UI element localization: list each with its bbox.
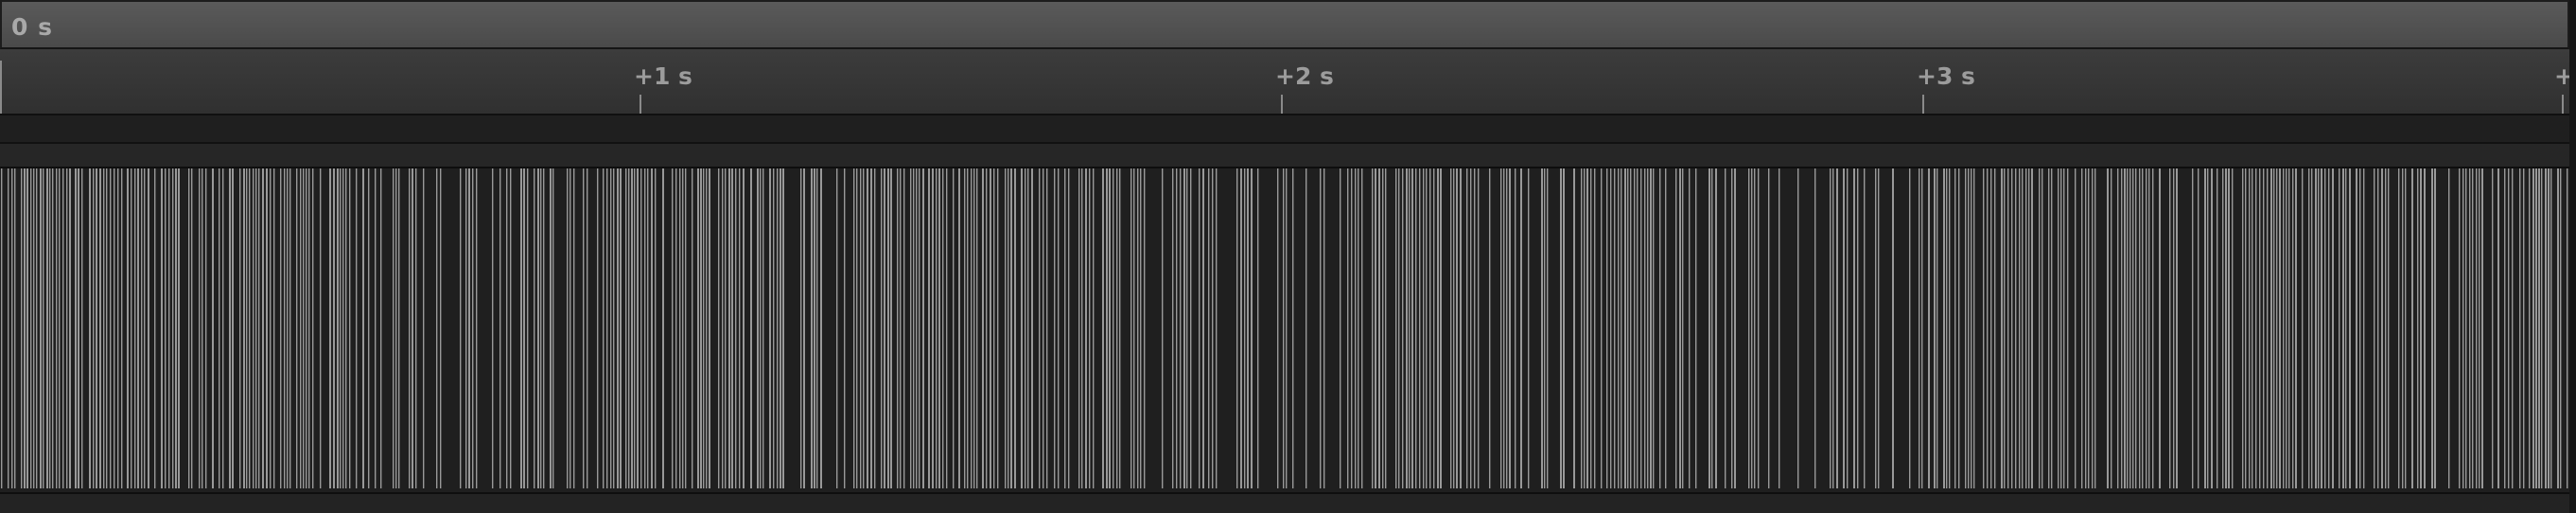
ruler-tick-4s: [2562, 95, 2564, 114]
time-origin-label: 0 s: [11, 13, 53, 41]
ruler-tick-label-2s: +2 s: [1275, 62, 1334, 90]
ruler-tick-label-1s: +1 s: [634, 62, 692, 90]
scrollbar-gutter[interactable]: [2569, 0, 2576, 513]
event-track[interactable]: [0, 167, 2569, 492]
event-marks: [1, 168, 2568, 488]
track-footer: [0, 492, 2569, 513]
marker-lane[interactable]: [0, 115, 2569, 144]
ruler-tick-3s: [1922, 95, 1924, 114]
time-ruler[interactable]: +1 s +2 s +3 s +: [0, 49, 2574, 115]
timeline-view: 0 s +1 s +2 s +3 s +: [0, 0, 2576, 513]
time-header: 0 s: [0, 0, 2569, 49]
secondary-lane[interactable]: [0, 144, 2569, 167]
ruler-start-tick: [0, 61, 2, 114]
ruler-tick-2s: [1281, 95, 1283, 114]
ruler-tick-label-3s: +3 s: [1917, 62, 1975, 90]
ruler-tick-1s: [640, 95, 641, 114]
